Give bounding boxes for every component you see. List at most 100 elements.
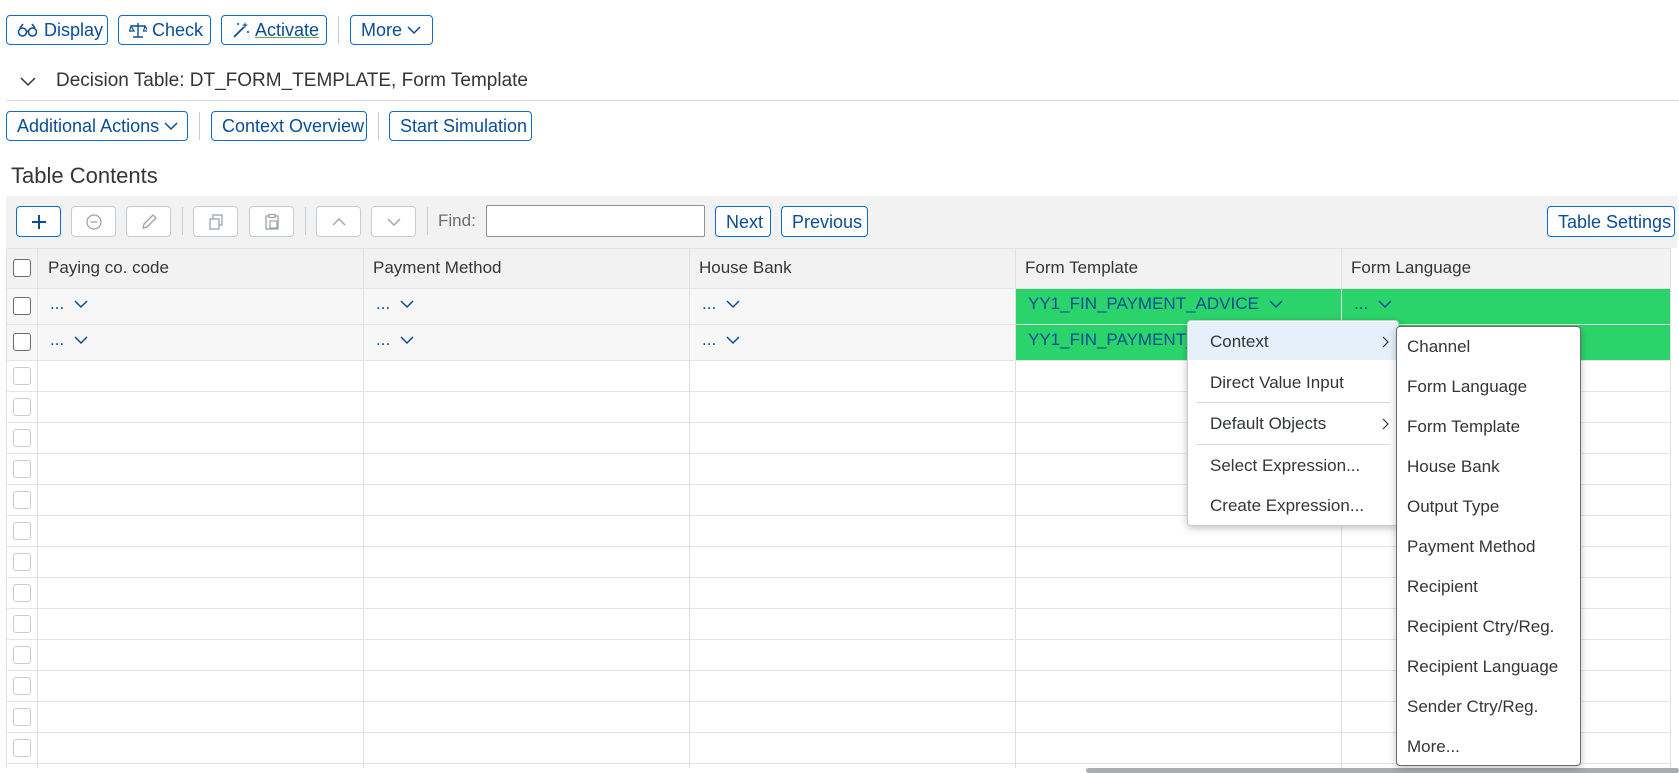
header-divider bbox=[6, 100, 1679, 101]
chevron-down-icon bbox=[74, 336, 88, 345]
cell-value: ... bbox=[376, 330, 391, 349]
glasses-icon bbox=[17, 22, 39, 38]
paste-icon bbox=[263, 213, 281, 231]
row-checkbox[interactable] bbox=[13, 460, 31, 478]
chevron-down-icon bbox=[1378, 300, 1392, 309]
chevron-up-icon bbox=[332, 217, 346, 227]
select-all-checkbox[interactable] bbox=[13, 259, 31, 277]
submenu-item-house-bank[interactable]: House Bank bbox=[1397, 457, 1500, 477]
table-cell[interactable]: ... bbox=[702, 294, 740, 314]
column-header-house-bank[interactable]: House Bank bbox=[699, 258, 792, 278]
submenu-item-recipient-ctry-reg[interactable]: Recipient Ctry/Reg. bbox=[1397, 617, 1554, 637]
find-input[interactable] bbox=[486, 205, 705, 237]
table-cell[interactable]: ... bbox=[1354, 294, 1392, 314]
balance-scale-icon bbox=[129, 21, 147, 39]
submenu-item-output-type[interactable]: Output Type bbox=[1397, 497, 1499, 517]
context-overview-button[interactable]: Context Overview bbox=[211, 111, 367, 141]
column-header-form-language[interactable]: Form Language bbox=[1351, 258, 1471, 278]
cell-value: YY1_FIN_PAYMENT_ bbox=[1028, 330, 1196, 349]
menu-item-default-objects[interactable]: Default Objects bbox=[1210, 414, 1326, 434]
chevron-down-icon bbox=[726, 300, 740, 309]
section-title: Table Contents bbox=[11, 163, 158, 188]
submenu-item-recipient-language[interactable]: Recipient Language bbox=[1397, 657, 1558, 677]
table-cell[interactable]: ... bbox=[702, 330, 740, 350]
menu-item-create-expression[interactable]: Create Expression... bbox=[1210, 496, 1364, 516]
display-button[interactable]: Display bbox=[6, 15, 108, 45]
row-checkbox[interactable] bbox=[13, 584, 31, 602]
row-checkbox[interactable] bbox=[13, 739, 31, 757]
paste-row-button[interactable] bbox=[249, 206, 294, 237]
column-header-payment-method[interactable]: Payment Method bbox=[373, 258, 502, 278]
column-header-paying-co-code[interactable]: Paying co. code bbox=[48, 258, 169, 278]
submenu-item-more[interactable]: More... bbox=[1397, 737, 1460, 757]
submenu-item-form-template[interactable]: Form Template bbox=[1397, 417, 1520, 437]
start-simulation-button[interactable]: Start Simulation bbox=[389, 111, 532, 141]
table-cell[interactable]: ... bbox=[376, 330, 414, 350]
cell-value: ... bbox=[702, 294, 717, 313]
edit-row-button[interactable] bbox=[126, 206, 171, 237]
additional-actions-label: Additional Actions bbox=[17, 116, 160, 136]
copy-icon bbox=[207, 213, 225, 231]
display-label: Display bbox=[44, 20, 104, 40]
column-header-form-template[interactable]: Form Template bbox=[1025, 258, 1138, 278]
chevron-down-icon bbox=[726, 336, 740, 345]
row-checkbox[interactable] bbox=[13, 429, 31, 447]
row-checkbox[interactable] bbox=[13, 491, 31, 509]
chevron-down-icon bbox=[1269, 300, 1283, 309]
chevron-right-icon bbox=[1382, 335, 1390, 353]
table-cell[interactable]: ... bbox=[376, 294, 414, 314]
submenu-item-form-language[interactable]: Form Language bbox=[1397, 377, 1527, 397]
row-checkbox[interactable] bbox=[13, 708, 31, 726]
submenu-item-sender-ctry-reg[interactable]: Sender Ctry/Reg. bbox=[1397, 697, 1538, 717]
table-cell[interactable]: YY1_FIN_PAYMENT_ bbox=[1028, 330, 1196, 350]
cell-value: ... bbox=[50, 294, 65, 313]
row-checkbox[interactable] bbox=[13, 677, 31, 695]
menu-item-direct-value-input[interactable]: Direct Value Input bbox=[1210, 373, 1344, 393]
remove-row-button[interactable] bbox=[71, 206, 116, 237]
copy-row-button[interactable] bbox=[193, 206, 238, 237]
previous-button[interactable]: Previous bbox=[781, 206, 868, 237]
check-button[interactable]: Check bbox=[118, 15, 211, 45]
magic-wand-icon bbox=[232, 21, 250, 39]
chevron-down-icon bbox=[407, 25, 421, 35]
row-checkbox[interactable] bbox=[13, 553, 31, 571]
menu-item-context-label: Context bbox=[1210, 332, 1269, 351]
check-label: Check bbox=[152, 20, 204, 40]
context-menu: Context Direct Value Input Default Objec… bbox=[1187, 320, 1399, 526]
chevron-down-icon bbox=[164, 121, 178, 131]
chevron-right-icon bbox=[1382, 417, 1390, 435]
row-checkbox[interactable] bbox=[13, 333, 31, 351]
table-cell[interactable]: YY1_FIN_PAYMENT_ADVICE bbox=[1028, 294, 1283, 314]
next-button[interactable]: Next bbox=[715, 206, 771, 237]
table-cell[interactable]: ... bbox=[50, 294, 88, 314]
submenu-item-channel[interactable]: Channel bbox=[1397, 337, 1470, 357]
activate-button[interactable]: Activate bbox=[221, 15, 327, 45]
more-label: More bbox=[361, 20, 403, 40]
more-button[interactable]: More bbox=[350, 15, 433, 45]
menu-item-select-expression[interactable]: Select Expression... bbox=[1210, 456, 1360, 476]
table-settings-button[interactable]: Table Settings bbox=[1547, 206, 1675, 237]
cell-value: ... bbox=[50, 330, 65, 349]
row-checkbox[interactable] bbox=[13, 367, 31, 385]
row-checkbox[interactable] bbox=[13, 398, 31, 416]
move-up-button[interactable] bbox=[316, 206, 361, 237]
add-row-button[interactable] bbox=[16, 206, 61, 237]
move-down-button[interactable] bbox=[371, 206, 416, 237]
row-checkbox[interactable] bbox=[13, 297, 31, 315]
horizontal-scrollbar[interactable] bbox=[1086, 768, 1679, 773]
chevron-down-icon bbox=[387, 217, 401, 227]
additional-actions-button[interactable]: Additional Actions bbox=[6, 111, 188, 141]
row-checkbox[interactable] bbox=[13, 522, 31, 540]
row-checkbox[interactable] bbox=[13, 615, 31, 633]
pencil-icon bbox=[140, 213, 158, 231]
submenu-item-payment-method[interactable]: Payment Method bbox=[1397, 537, 1536, 557]
row-checkbox[interactable] bbox=[13, 646, 31, 664]
menu-divider bbox=[1196, 444, 1390, 445]
collapse-header-icon[interactable] bbox=[20, 74, 36, 92]
minus-circle-icon bbox=[85, 213, 103, 231]
next-label: Next bbox=[726, 211, 764, 232]
cell-value: ... bbox=[702, 330, 717, 349]
table-cell[interactable]: ... bbox=[50, 330, 88, 350]
menu-divider bbox=[1196, 402, 1390, 403]
submenu-item-recipient[interactable]: Recipient bbox=[1397, 577, 1478, 597]
